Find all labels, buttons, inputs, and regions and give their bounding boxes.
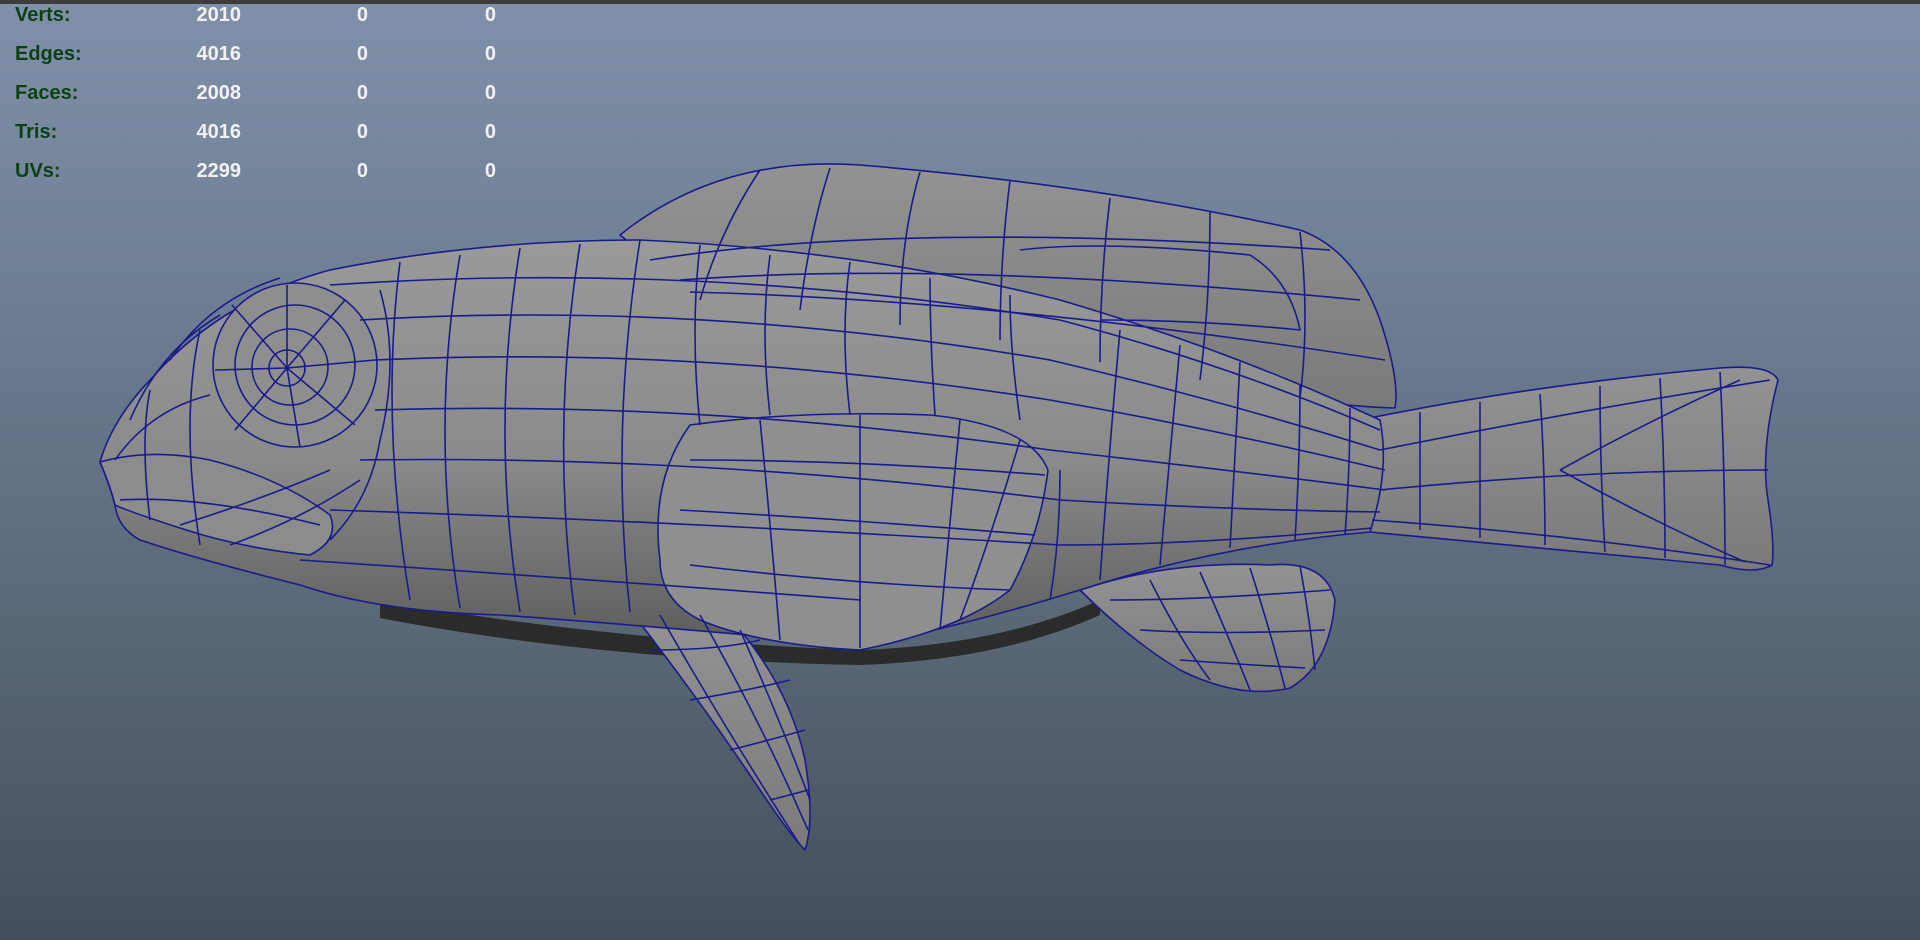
hud-label: Faces: <box>15 82 79 104</box>
hud-selected: 0 <box>356 43 368 65</box>
hud-selected: 0 <box>356 121 368 143</box>
hud-total: 2010 <box>196 4 242 26</box>
hud-row-edges: Edges: 4016 0 0 <box>0 43 540 69</box>
hud-row-tris: Tris: 4016 0 0 <box>0 121 540 147</box>
hud-highlighted: 0 <box>484 43 496 65</box>
hud-highlighted: 0 <box>484 160 496 182</box>
hud-highlighted: 0 <box>484 4 496 26</box>
hud-label: Verts: <box>15 4 71 26</box>
fish-model[interactable] <box>99 163 1779 851</box>
hud-selected: 0 <box>356 82 368 104</box>
hud-selected: 0 <box>356 4 368 26</box>
hud-total: 4016 <box>196 121 242 143</box>
hud-highlighted: 0 <box>484 121 496 143</box>
hud-row-uvs: UVs: 2299 0 0 <box>0 160 540 186</box>
hud-selected: 0 <box>356 160 368 182</box>
hud-label: Edges: <box>15 43 82 65</box>
tail-fin <box>1359 366 1779 571</box>
hud-highlighted: 0 <box>484 82 496 104</box>
hud-row-faces: Faces: 2008 0 0 <box>0 82 540 108</box>
hud-row-verts: Verts: 2010 0 0 <box>0 4 540 30</box>
hud-total: 2008 <box>196 82 242 104</box>
hud-label: UVs: <box>15 160 61 182</box>
hud-total: 2299 <box>196 160 242 182</box>
hud-label: Tris: <box>15 121 58 143</box>
anal-fin <box>1079 563 1336 693</box>
hud-total: 4016 <box>196 43 242 65</box>
